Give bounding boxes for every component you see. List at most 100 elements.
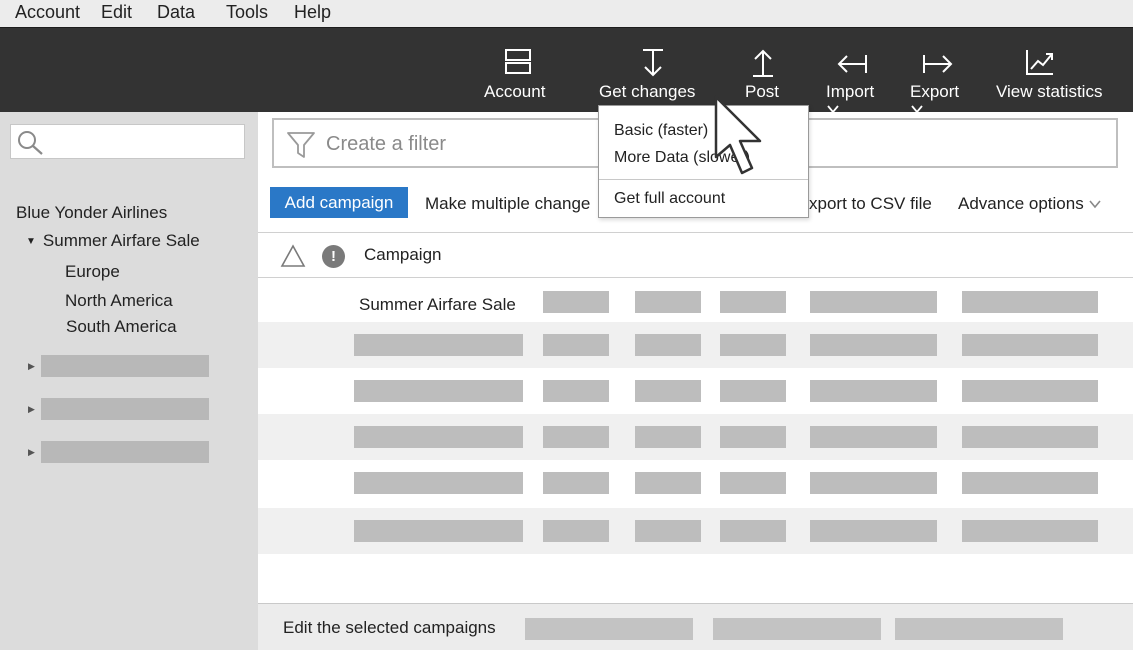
placeholder-cell bbox=[962, 291, 1098, 313]
placeholder-bar bbox=[41, 355, 209, 377]
import-button[interactable]: Import bbox=[824, 28, 902, 114]
menu-bar: Account Edit Data Tools Help bbox=[0, 0, 1133, 27]
collapsed-triangle-icon[interactable]: ▶ bbox=[28, 361, 41, 372]
export-csv-link[interactable]: xport to CSV file bbox=[809, 194, 932, 214]
pointer-cursor-icon bbox=[714, 95, 762, 175]
tree-campaign-label: Summer Airfare Sale bbox=[42, 231, 200, 250]
menu-divider bbox=[599, 179, 808, 180]
placeholder-field[interactable] bbox=[895, 618, 1063, 640]
line-chart-icon bbox=[1026, 50, 1053, 75]
placeholder-cell bbox=[635, 334, 701, 356]
placeholder-cell bbox=[635, 380, 701, 402]
placeholder-cell bbox=[810, 334, 937, 356]
expanded-triangle-icon[interactable]: ▼ bbox=[26, 236, 36, 247]
placeholder-cell bbox=[354, 334, 523, 356]
account-button[interactable]: Account bbox=[480, 28, 556, 113]
collapsed-triangle-icon[interactable]: ▶ bbox=[28, 447, 41, 458]
grid-header: ! Campaign bbox=[258, 232, 1133, 278]
export-button[interactable]: Export bbox=[908, 28, 986, 114]
placeholder-cell bbox=[720, 334, 786, 356]
menu-tools[interactable]: Tools bbox=[226, 2, 268, 23]
get-changes-label: Get changes bbox=[599, 82, 696, 101]
placeholder-cell bbox=[635, 472, 701, 494]
menu-data[interactable]: Data bbox=[157, 2, 195, 23]
chevron-down-icon bbox=[911, 105, 923, 114]
placeholder-cell bbox=[543, 472, 609, 494]
placeholder-cell bbox=[810, 472, 937, 494]
menu-item-basic[interactable]: Basic (faster) bbox=[614, 122, 708, 140]
campaign-column-header[interactable]: Campaign bbox=[364, 245, 442, 265]
make-multiple-changes-link[interactable]: Make multiple change bbox=[425, 194, 590, 214]
account-icon bbox=[505, 49, 531, 74]
tree-campaign[interactable]: ▼ Summer Airfare Sale bbox=[26, 231, 200, 251]
menu-item-full-account[interactable]: Get full account bbox=[614, 190, 725, 208]
placeholder-bar bbox=[41, 398, 209, 420]
advance-options-dropdown[interactable]: Advance options bbox=[958, 194, 1102, 214]
search-icon bbox=[18, 131, 43, 155]
edit-selected-label: Edit the selected campaigns bbox=[283, 618, 496, 637]
tree-collapsed-item[interactable]: ▶ bbox=[28, 441, 209, 463]
placeholder-cell bbox=[810, 380, 937, 402]
placeholder-cell bbox=[720, 520, 786, 542]
placeholder-cell bbox=[543, 380, 609, 402]
download-arrow-icon bbox=[643, 49, 663, 77]
tree-collapsed-item[interactable]: ▶ bbox=[28, 398, 209, 420]
placeholder-field[interactable] bbox=[525, 618, 693, 640]
tree-ad-group[interactable]: Europe bbox=[65, 262, 120, 282]
placeholder-cell bbox=[635, 520, 701, 542]
get-changes-button[interactable]: Get changes bbox=[598, 28, 722, 114]
toolbar: Account Get changes Post Import Export V… bbox=[0, 27, 1133, 114]
table-row[interactable] bbox=[258, 508, 1133, 554]
placeholder-cell bbox=[354, 520, 523, 542]
placeholder-cell bbox=[543, 520, 609, 542]
placeholder-cell bbox=[720, 380, 786, 402]
import-arrow-icon bbox=[837, 55, 867, 73]
table-row[interactable] bbox=[258, 460, 1133, 506]
placeholder-cell bbox=[720, 472, 786, 494]
placeholder-cell bbox=[962, 334, 1098, 356]
export-arrow-icon bbox=[923, 55, 953, 73]
collapsed-triangle-icon[interactable]: ▶ bbox=[28, 404, 41, 415]
sidebar: Blue Yonder Airlines ▼ Summer Airfare Sa… bbox=[0, 112, 258, 650]
placeholder-cell bbox=[720, 426, 786, 448]
get-changes-dropdown: Basic (faster) More Data (slower) Get fu… bbox=[598, 105, 809, 218]
menu-help[interactable]: Help bbox=[294, 2, 331, 23]
menu-edit[interactable]: Edit bbox=[101, 2, 132, 23]
placeholder-cell bbox=[962, 426, 1098, 448]
advance-options-label: Advance options bbox=[958, 194, 1084, 213]
sidebar-search[interactable] bbox=[10, 124, 245, 159]
view-statistics-button[interactable]: View statistics bbox=[994, 28, 1110, 113]
placeholder-cell bbox=[810, 426, 937, 448]
tree-ad-group[interactable]: North America bbox=[65, 291, 173, 311]
tree-collapsed-item[interactable]: ▶ bbox=[28, 355, 209, 377]
placeholder-cell bbox=[635, 426, 701, 448]
tree-account[interactable]: Blue Yonder Airlines bbox=[16, 203, 167, 223]
placeholder-cell bbox=[720, 291, 786, 313]
chevron-down-icon bbox=[827, 105, 839, 114]
placeholder-cell bbox=[962, 472, 1098, 494]
tree-ad-group[interactable]: South America bbox=[66, 317, 177, 337]
placeholder-cell bbox=[354, 380, 523, 402]
placeholder-cell bbox=[543, 426, 609, 448]
upload-arrow-icon bbox=[753, 49, 773, 77]
add-campaign-button[interactable]: Add campaign bbox=[270, 187, 408, 218]
table-row[interactable] bbox=[258, 322, 1133, 368]
table-row[interactable]: Summer Airfare Sale bbox=[258, 279, 1133, 325]
placeholder-cell bbox=[635, 291, 701, 313]
sidebar-search-input[interactable] bbox=[51, 129, 236, 155]
campaign-name-cell[interactable]: Summer Airfare Sale bbox=[359, 295, 516, 315]
account-button-label: Account bbox=[484, 82, 546, 101]
table-row[interactable] bbox=[258, 368, 1133, 414]
chevron-down-icon bbox=[1089, 200, 1101, 209]
filter-funnel-icon bbox=[287, 132, 315, 158]
menu-account[interactable]: Account bbox=[15, 2, 80, 23]
placeholder-field[interactable] bbox=[713, 618, 881, 640]
bulk-edit-footer: Edit the selected campaigns bbox=[258, 603, 1133, 650]
exclamation-icon[interactable]: ! bbox=[322, 245, 345, 268]
warning-triangle-icon[interactable] bbox=[280, 244, 306, 268]
placeholder-bar bbox=[41, 441, 209, 463]
table-row[interactable] bbox=[258, 414, 1133, 460]
export-label: Export bbox=[910, 82, 960, 101]
view-statistics-label: View statistics bbox=[996, 82, 1103, 101]
placeholder-cell bbox=[810, 291, 937, 313]
